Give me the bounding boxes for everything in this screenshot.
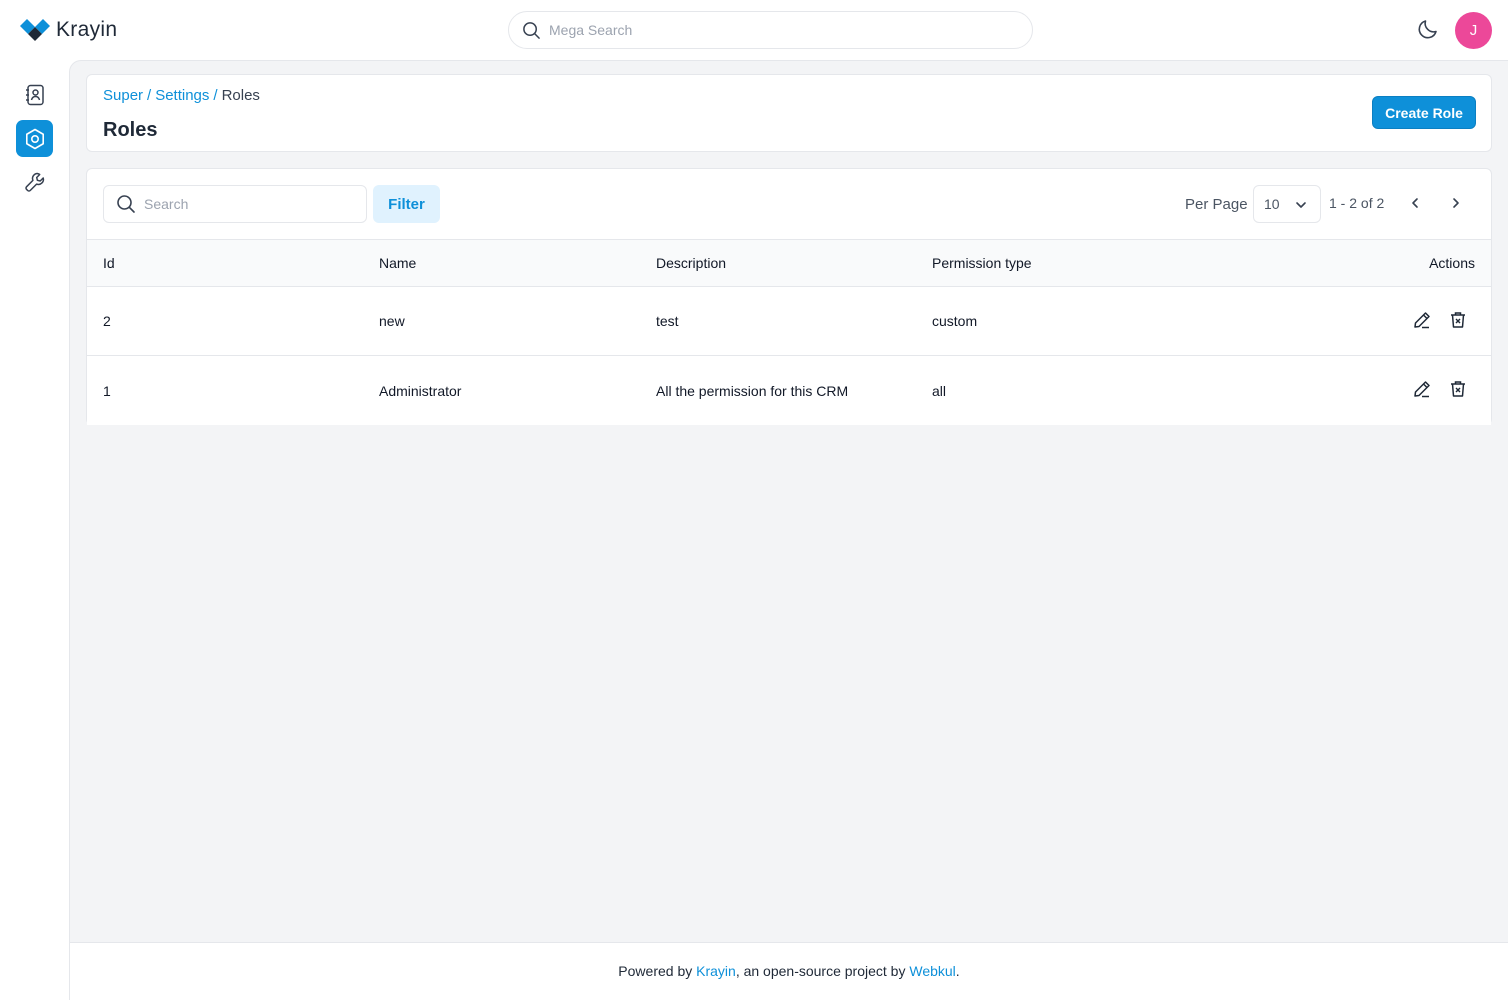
footer-prefix: Powered by bbox=[618, 963, 697, 979]
previous-page-button[interactable] bbox=[1405, 193, 1425, 213]
edit-icon[interactable] bbox=[1411, 309, 1433, 331]
search-icon bbox=[117, 195, 135, 213]
delete-icon[interactable] bbox=[1447, 378, 1469, 400]
sidebar-item-settings[interactable] bbox=[16, 120, 53, 157]
dark-mode-toggle-icon[interactable] bbox=[1416, 17, 1440, 41]
brand-logo[interactable]: Krayin bbox=[18, 17, 117, 43]
breadcrumb-current: Roles bbox=[221, 87, 260, 104]
cell-permission-type: custom bbox=[932, 313, 978, 329]
cell-permission-type: all bbox=[932, 382, 947, 399]
column-header-actions: Actions bbox=[1429, 255, 1475, 271]
breadcrumb-separator: / bbox=[213, 87, 218, 104]
footer-middle: , an open-source project by bbox=[735, 963, 910, 979]
delete-icon[interactable] bbox=[1447, 309, 1469, 331]
mega-search-bar[interactable] bbox=[508, 11, 1033, 49]
search-icon bbox=[523, 21, 540, 39]
main-content: Super/Settings/Roles Roles Create Role F… bbox=[69, 60, 1508, 942]
sidebar bbox=[0, 60, 69, 1000]
page-header-card: Super / Settings / Roles Roles Create Role bbox=[86, 74, 1492, 152]
per-page-select[interactable]: 10 bbox=[1253, 185, 1321, 223]
breadcrumb-separator: / bbox=[147, 87, 152, 104]
table-row: 1 Administrator All the permission for t… bbox=[87, 356, 1491, 425]
user-avatar[interactable]: J bbox=[1455, 12, 1492, 49]
cell-id: 2 bbox=[103, 313, 111, 329]
krayin-logo-icon bbox=[20, 19, 50, 41]
table-row: 2 new test custom bbox=[87, 287, 1491, 356]
filter-button[interactable]: Filter bbox=[373, 185, 440, 223]
page-footer: Powered by Krayin, an open-source projec… bbox=[69, 942, 1508, 1000]
roles-datagrid: Filter Per Page 10 1 - 2 of 2 Id Name De… bbox=[86, 168, 1492, 425]
chevron-left-icon bbox=[1412, 198, 1418, 208]
datagrid-search[interactable] bbox=[103, 185, 367, 223]
column-header-description[interactable]: Description bbox=[656, 240, 726, 286]
cell-id: 1 bbox=[103, 382, 111, 399]
footer-suffix: . bbox=[955, 963, 960, 979]
next-page-button[interactable] bbox=[1446, 193, 1466, 213]
per-page-label: Per Page bbox=[1185, 196, 1248, 213]
pagination-info: 1 - 2 of 2 bbox=[1329, 195, 1385, 211]
cell-description: test bbox=[656, 313, 679, 329]
chevron-down-icon bbox=[1296, 202, 1306, 208]
search-input[interactable] bbox=[144, 196, 354, 212]
logo-text: Krayin bbox=[56, 18, 118, 41]
footer-webkul-link[interactable]: Webkul bbox=[909, 963, 955, 979]
page-title: Roles bbox=[103, 119, 158, 141]
mega-search-input[interactable] bbox=[549, 22, 989, 38]
cell-description: All the permission for this CRM bbox=[656, 382, 849, 399]
breadcrumb: Super / Settings / Roles bbox=[103, 87, 260, 104]
column-header-permission-type[interactable]: Permission type bbox=[932, 240, 1032, 286]
sidebar-item-tools[interactable] bbox=[16, 163, 53, 200]
table-header: Id Name Description Permission type Acti… bbox=[87, 239, 1491, 287]
wrench-icon bbox=[24, 172, 44, 192]
settings-icon bbox=[25, 128, 44, 149]
sidebar-item-contacts[interactable] bbox=[16, 76, 53, 113]
create-role-button[interactable]: Create Role bbox=[1372, 96, 1476, 129]
footer-krayin-link[interactable]: Krayin bbox=[696, 963, 736, 979]
contacts-icon bbox=[25, 84, 44, 105]
cell-name: Administrator bbox=[379, 382, 462, 399]
column-header-id[interactable]: Id bbox=[103, 240, 115, 286]
column-header-name[interactable]: Name bbox=[379, 240, 416, 286]
breadcrumb-settings[interactable]: Settings bbox=[155, 87, 209, 104]
top-header: Krayin J bbox=[0, 0, 1508, 60]
per-page-value: 10 bbox=[1264, 196, 1280, 212]
edit-icon[interactable] bbox=[1411, 378, 1433, 400]
breadcrumb-super[interactable]: Super bbox=[103, 87, 143, 104]
chevron-right-icon bbox=[1453, 198, 1459, 208]
cell-name: new bbox=[379, 313, 405, 329]
